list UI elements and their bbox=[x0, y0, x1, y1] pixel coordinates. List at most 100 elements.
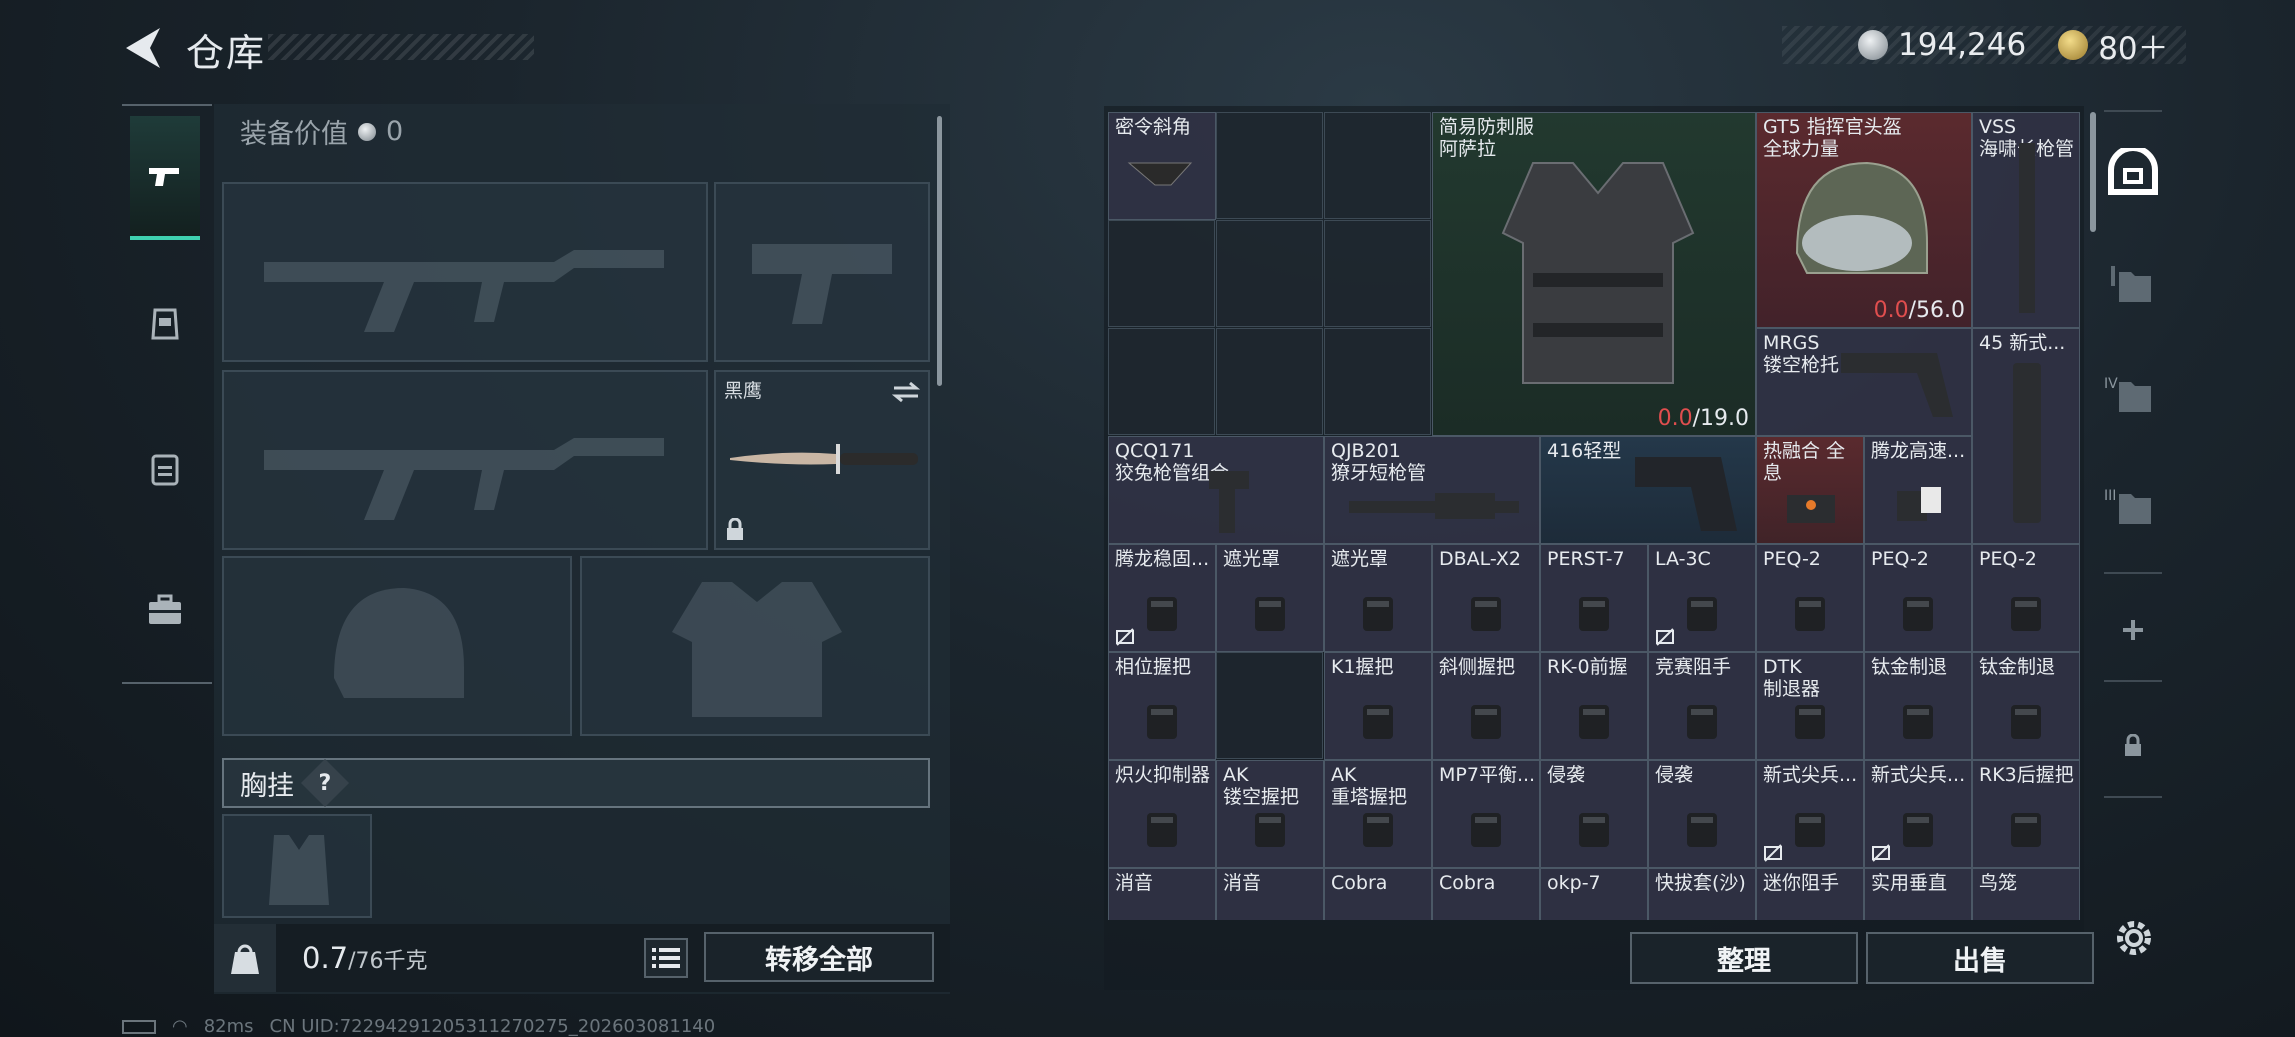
empty-cell[interactable] bbox=[1216, 652, 1323, 759]
storage-item[interactable]: RK-0前握 bbox=[1540, 652, 1648, 760]
rail-tab-backpack[interactable] bbox=[130, 406, 200, 530]
empty-cell[interactable] bbox=[1108, 328, 1215, 435]
chest-rig-silhouette-icon bbox=[269, 835, 329, 905]
item-name: 密令斜角 bbox=[1115, 116, 1192, 138]
storage-item[interactable]: PEQ-2 bbox=[1864, 544, 1972, 652]
gold-amount[interactable]: 80＋ bbox=[2098, 23, 2168, 68]
storage-item[interactable]: okp-7 bbox=[1540, 868, 1648, 920]
body-armor-slot[interactable] bbox=[580, 556, 930, 736]
item-name: 侵袭 bbox=[1547, 764, 1586, 786]
armor-icon bbox=[151, 308, 179, 340]
storage-item[interactable]: 迷你阻手 bbox=[1756, 868, 1864, 920]
storage-item[interactable]: 消音 bbox=[1108, 868, 1216, 920]
storage-tab-2[interactable] bbox=[2100, 244, 2166, 324]
storage-item[interactable]: RK3后握把 bbox=[1972, 760, 2080, 868]
storage-item[interactable]: PEQ-2 bbox=[1972, 544, 2080, 652]
attachment-icon bbox=[1457, 913, 1517, 920]
storage-tab-main[interactable] bbox=[2100, 132, 2166, 212]
storage-item[interactable]: 腾龙稳固... bbox=[1108, 544, 1216, 652]
no-trade-icon bbox=[1656, 628, 1674, 646]
add-storage-button[interactable] bbox=[2100, 590, 2166, 670]
list-view-button[interactable] bbox=[644, 938, 688, 978]
storage-item[interactable]: K1握把 bbox=[1324, 652, 1432, 760]
empty-cell[interactable] bbox=[1108, 220, 1215, 327]
stock-icon bbox=[1841, 353, 1953, 417]
storage-item[interactable]: 简易防刺服 阿萨拉 0.0/19.0 bbox=[1432, 112, 1756, 436]
storage-item[interactable]: 竞赛阻手 bbox=[1648, 652, 1756, 760]
storage-scrollbar[interactable] bbox=[2090, 112, 2096, 232]
storage-item[interactable]: QJB201 獠牙短枪管 bbox=[1324, 436, 1540, 544]
storage-item[interactable]: 斜侧握把 bbox=[1432, 652, 1540, 760]
storage-tab-3[interactable]: IV bbox=[2100, 354, 2166, 434]
attachment-icon bbox=[1241, 913, 1301, 920]
helmet-slot[interactable] bbox=[222, 556, 572, 736]
storage-item[interactable]: MRGS 镂空枪托 bbox=[1756, 328, 1972, 436]
storage-item[interactable]: 鸟笼 bbox=[1972, 868, 2080, 920]
storage-item[interactable]: 钛金制退 bbox=[1864, 652, 1972, 760]
storage-item[interactable]: AK 重塔握把 bbox=[1324, 760, 1432, 868]
equipment-scrollbar[interactable] bbox=[937, 116, 942, 386]
primary-weapon-slot[interactable] bbox=[222, 182, 708, 362]
gear-icon[interactable] bbox=[2112, 916, 2156, 960]
sell-button[interactable]: 出售 bbox=[1866, 932, 2094, 984]
storage-item[interactable]: GT5 指挥官头盔 全球力量 0.0/56.0 bbox=[1756, 112, 1972, 328]
empty-cell[interactable] bbox=[1324, 328, 1431, 435]
help-badge[interactable]: ? bbox=[300, 758, 350, 808]
storage-item[interactable]: 新式尖兵... bbox=[1864, 760, 1972, 868]
storage-item[interactable]: 遮光罩 bbox=[1216, 544, 1324, 652]
secondary-weapon-slot[interactable] bbox=[222, 370, 708, 550]
item-name: 腾龙稳固... bbox=[1115, 548, 1210, 570]
storage-item[interactable]: 钛金制退 bbox=[1972, 652, 2080, 760]
storage-item[interactable]: 相位握把 bbox=[1108, 652, 1216, 760]
storage-item[interactable]: DBAL-X2 bbox=[1432, 544, 1540, 652]
locked-storage-tab[interactable] bbox=[2100, 706, 2166, 786]
storage-item[interactable]: PEQ-2 bbox=[1756, 544, 1864, 652]
storage-item[interactable]: 腾龙高速... bbox=[1864, 436, 1972, 544]
empty-cell[interactable] bbox=[1216, 112, 1323, 219]
attachment-icon bbox=[1255, 813, 1285, 847]
empty-cell[interactable] bbox=[1324, 220, 1431, 327]
storage-item[interactable]: LA-3C bbox=[1648, 544, 1756, 652]
storage-item[interactable]: 遮光罩 bbox=[1324, 544, 1432, 652]
swap-icon[interactable] bbox=[892, 380, 920, 404]
storage-item[interactable]: 侵袭 bbox=[1648, 760, 1756, 868]
transfer-all-button[interactable]: 转移全部 bbox=[704, 932, 934, 982]
storage-item[interactable]: DTK 制退器 bbox=[1756, 652, 1864, 760]
storage-item[interactable]: Cobra bbox=[1324, 868, 1432, 920]
melee-slot[interactable]: 黑鹰 bbox=[714, 370, 930, 550]
rail-tab-armor[interactable] bbox=[130, 262, 200, 386]
empty-cell[interactable] bbox=[1216, 220, 1323, 327]
rail-tab-weapons[interactable] bbox=[130, 116, 200, 240]
storage-item[interactable]: Cobra bbox=[1432, 868, 1540, 920]
rail-tab-case[interactable] bbox=[130, 548, 200, 672]
equipment-value: 装备价值 0 bbox=[240, 112, 403, 151]
back-arrow-icon[interactable] bbox=[120, 24, 164, 72]
folder-icon bbox=[2111, 266, 2151, 302]
empty-cell[interactable] bbox=[1324, 112, 1431, 219]
storage-item[interactable]: 消音 bbox=[1216, 868, 1324, 920]
storage-item[interactable]: MP7平衡... bbox=[1432, 760, 1540, 868]
storage-item[interactable]: 侵袭 bbox=[1540, 760, 1648, 868]
storage-item[interactable]: 密令斜角 bbox=[1108, 112, 1216, 220]
sort-button[interactable]: 整理 bbox=[1630, 932, 1858, 984]
storage-item[interactable]: PERST-7 bbox=[1540, 544, 1648, 652]
chest-rig-slot[interactable] bbox=[222, 814, 372, 918]
chest-rig-header: 胸挂 ? bbox=[222, 758, 930, 808]
pistol-slot[interactable] bbox=[714, 182, 930, 362]
storage-item[interactable]: 快拔套(沙) bbox=[1648, 868, 1756, 920]
storage-item[interactable]: AK 镂空握把 bbox=[1216, 760, 1324, 868]
storage-item[interactable]: 热融合 全息 bbox=[1756, 436, 1864, 544]
ping: 82ms bbox=[203, 1016, 254, 1037]
foregrip-icon bbox=[1209, 471, 1249, 533]
storage-item[interactable]: 实用垂直 bbox=[1864, 868, 1972, 920]
storage-item[interactable]: VSS 海啸长枪管 bbox=[1972, 112, 2080, 328]
storage-tab-4[interactable]: III bbox=[2100, 466, 2166, 546]
storage-item[interactable]: 45 新式... bbox=[1972, 328, 2080, 544]
storage-item[interactable]: 416轻型 bbox=[1540, 436, 1756, 544]
item-name: 新式尖兵... bbox=[1763, 764, 1858, 786]
storage-item[interactable]: 炽火抑制器 bbox=[1108, 760, 1216, 868]
no-trade-icon bbox=[1764, 844, 1782, 862]
storage-item[interactable]: QCQ171 狡兔枪管组合 bbox=[1108, 436, 1324, 544]
empty-cell[interactable] bbox=[1216, 328, 1323, 435]
storage-item[interactable]: 新式尖兵... bbox=[1756, 760, 1864, 868]
